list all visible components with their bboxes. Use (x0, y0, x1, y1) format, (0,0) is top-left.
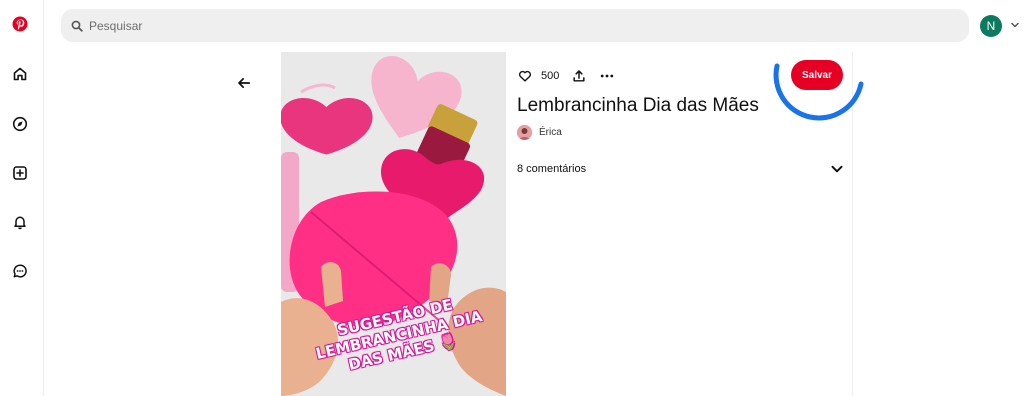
pin-closeup: SUGESTÃO DE LEMBRANCINHA DIA DAS MÃES 🌷 … (281, 52, 864, 396)
pinterest-logo-icon[interactable] (8, 12, 32, 36)
back-button[interactable] (234, 73, 254, 93)
pin-actions: 500 (517, 67, 615, 85)
save-button[interactable]: Salvar (791, 60, 843, 90)
author-avatar[interactable] (517, 125, 532, 140)
create-plus-icon[interactable] (8, 161, 32, 185)
chevron-down-icon[interactable] (1009, 19, 1021, 31)
more-dots-icon (601, 74, 614, 78)
messages-chat-icon[interactable] (8, 259, 32, 283)
chevron-down-icon[interactable] (830, 162, 844, 176)
explore-compass-icon[interactable] (8, 112, 32, 136)
pin-details-panel: 500 Salvar Lembrancinha Dia das Mães Éri… (517, 52, 864, 396)
share-button[interactable] (571, 68, 587, 84)
pin-title: Lembrancinha Dia das Mães (517, 95, 759, 116)
user-avatar[interactable]: N (980, 15, 1002, 37)
author-name[interactable]: Érica (539, 127, 562, 138)
comments-toggle[interactable]: 8 comentários (517, 162, 844, 176)
comments-count: 8 comentários (517, 163, 587, 175)
search-bar[interactable] (61, 9, 969, 42)
notifications-bell-icon[interactable] (8, 210, 32, 234)
search-input[interactable] (89, 18, 949, 33)
home-icon[interactable] (8, 62, 32, 86)
like-button[interactable] (517, 68, 533, 84)
sidebar (0, 0, 44, 396)
like-count: 500 (541, 70, 560, 82)
pin-image[interactable]: SUGESTÃO DE LEMBRANCINHA DIA DAS MÃES 🌷 (281, 52, 506, 396)
search-icon (71, 20, 83, 32)
more-options-button[interactable] (599, 68, 615, 84)
heart-icon (519, 70, 531, 82)
arrow-left-icon (238, 78, 251, 88)
share-upload-icon (573, 70, 585, 82)
author-row[interactable]: Érica (517, 125, 562, 140)
